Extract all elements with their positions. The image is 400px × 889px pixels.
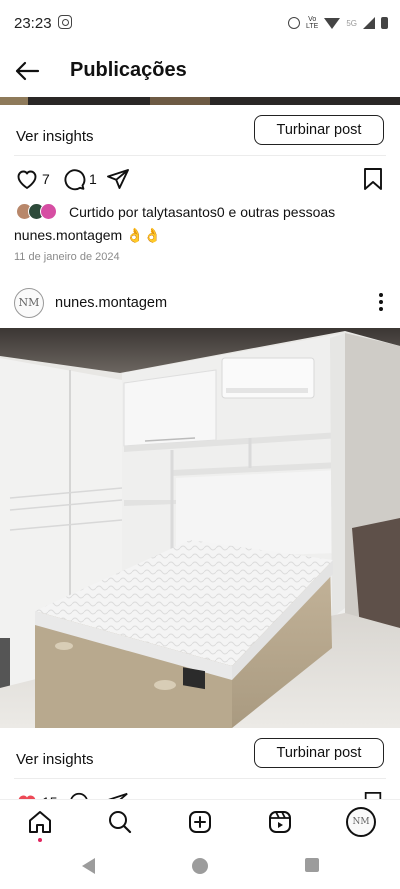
create-icon[interactable] bbox=[187, 809, 213, 835]
app-header: Publicações bbox=[0, 48, 400, 96]
volte-indicator: Vo LTE bbox=[306, 16, 319, 30]
back-arrow-icon[interactable] bbox=[14, 58, 40, 84]
author-username[interactable]: nunes.montagem bbox=[55, 295, 167, 311]
battery-icon bbox=[381, 17, 388, 29]
boost-post-button[interactable]: Turbinar post bbox=[254, 115, 384, 145]
system-home-icon[interactable] bbox=[192, 858, 208, 874]
notification-dot bbox=[38, 838, 42, 842]
post-header: NM nunes.montagem bbox=[0, 284, 400, 324]
heart-icon[interactable] bbox=[15, 167, 39, 191]
share-icon[interactable] bbox=[106, 167, 130, 191]
caption-text: 👌👌 bbox=[126, 227, 161, 243]
instagram-notification-icon bbox=[58, 15, 72, 29]
signal-icon bbox=[363, 17, 375, 29]
boost-post-button[interactable]: Turbinar post bbox=[254, 738, 384, 768]
previous-post-image-edge bbox=[0, 97, 400, 105]
divider bbox=[14, 155, 386, 156]
post-image[interactable] bbox=[0, 328, 400, 728]
status-time: 23:23 bbox=[14, 15, 52, 32]
liker-avatar bbox=[40, 203, 57, 220]
post-caption: nunes.montagem 👌👌 bbox=[14, 227, 161, 244]
liked-by-row[interactable]: Curtido por talytasantos0 e outras pesso… bbox=[16, 203, 386, 223]
view-insights-link[interactable]: Ver insights bbox=[16, 128, 94, 145]
profile-avatar[interactable]: NM bbox=[346, 807, 376, 837]
view-insights-link[interactable]: Ver insights bbox=[16, 751, 94, 768]
comment-icon[interactable] bbox=[62, 167, 86, 191]
home-icon[interactable] bbox=[27, 809, 53, 835]
bookmark-icon[interactable] bbox=[362, 167, 384, 191]
comment-count[interactable]: 1 bbox=[89, 171, 97, 187]
post-date: 11 de janeiro de 2024 bbox=[14, 251, 120, 263]
alarm-icon bbox=[288, 17, 300, 29]
like-count[interactable]: 7 bbox=[42, 171, 50, 187]
bottom-navigation: NM bbox=[0, 799, 400, 844]
network-type: 5G bbox=[346, 18, 357, 28]
search-icon[interactable] bbox=[107, 809, 133, 835]
author-avatar[interactable]: NM bbox=[14, 288, 44, 318]
reels-icon[interactable] bbox=[267, 809, 293, 835]
system-recents-icon[interactable] bbox=[305, 858, 319, 872]
system-back-icon[interactable] bbox=[82, 858, 95, 874]
caption-username[interactable]: nunes.montagem bbox=[14, 227, 122, 243]
divider bbox=[14, 778, 386, 779]
system-navigation-bar bbox=[0, 843, 400, 889]
liked-by-text[interactable]: Curtido por talytasantos0 e outras pesso… bbox=[69, 204, 335, 220]
previous-post-actions: 7 1 bbox=[0, 166, 400, 196]
status-icons: Vo LTE 5G bbox=[288, 13, 388, 33]
status-bar: 23:23 Vo LTE 5G bbox=[0, 0, 400, 48]
more-options-icon[interactable] bbox=[378, 293, 384, 313]
page-title: Publicações bbox=[70, 59, 187, 81]
wifi-icon bbox=[324, 17, 341, 29]
